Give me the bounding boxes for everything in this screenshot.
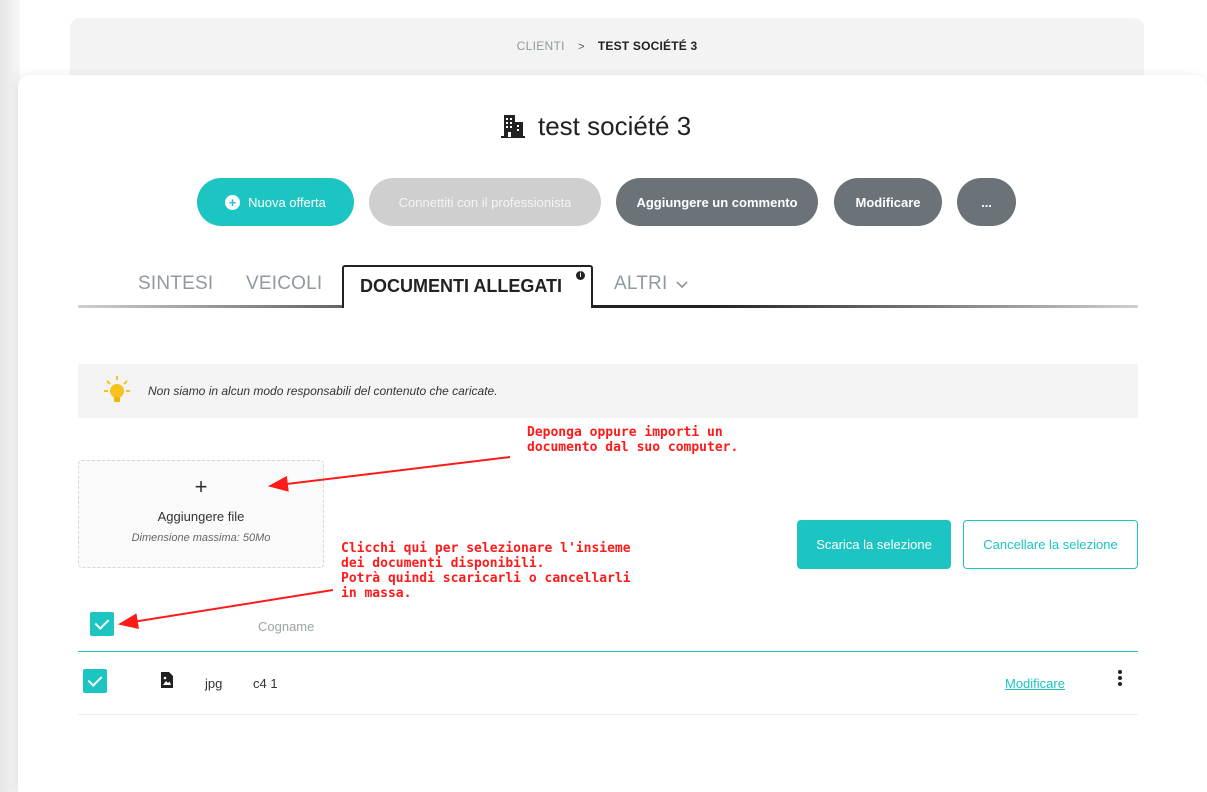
disclaimer-text: Non siamo in alcun modo responsabili del…: [148, 384, 498, 398]
connect-professional-button[interactable]: Connettiti con il professionista: [369, 178, 601, 226]
select-all-checkbox[interactable]: [90, 612, 114, 636]
upload-callout: Deponga oppure importi un documento dal …: [527, 425, 739, 455]
tab-vehicles[interactable]: VEICOLI: [246, 273, 322, 295]
download-selection-button[interactable]: Scarica la selezione: [797, 520, 951, 569]
edit-client-button[interactable]: Modificare: [834, 178, 942, 226]
table-header-divider: [78, 651, 1138, 652]
image-file-icon: [161, 672, 173, 688]
building-icon: [501, 115, 525, 138]
action-bar: + Nuova offerta Connettiti con il profes…: [0, 178, 1207, 226]
page-title: test société 3: [538, 110, 692, 141]
delete-selection-button[interactable]: Cancellare la selezione: [963, 520, 1138, 569]
row-checkbox[interactable]: [83, 669, 107, 693]
file-dropzone[interactable]: + Aggiungere file Dimensione massima: 50…: [78, 460, 324, 568]
new-offer-label: Nuova offerta: [248, 194, 326, 210]
tab-documents-label: DOCUMENTI ALLEGATI: [360, 276, 562, 296]
plus-circle-icon: +: [225, 194, 241, 210]
max-size-text: Dimensione massima: 50Mo: [131, 532, 271, 544]
row-menu-icon[interactable]: [1115, 670, 1125, 690]
edit-document-link[interactable]: Modificare: [1005, 676, 1065, 691]
tab-synthesis[interactable]: SINTESI: [138, 273, 213, 295]
tab-bar: SINTESI VEICOLI DOCUMENTI ALLEGATI i ALT…: [78, 265, 1138, 310]
breadcrumb: CLIENTI > TEST SOCIÉTÉ 3: [70, 18, 1144, 78]
add-comment-button[interactable]: Aggiungere un commento: [616, 178, 818, 226]
info-icon: i: [576, 271, 585, 280]
tab-documents[interactable]: DOCUMENTI ALLEGATI i: [342, 265, 593, 308]
page-title-area: test société 3: [500, 106, 691, 146]
tab-underline: [78, 305, 1138, 308]
lightbulb-icon: [104, 376, 130, 402]
tab-others-label: ALTRI: [614, 273, 668, 294]
select-all-callout: Clicchi qui per selezionare l'insieme de…: [341, 541, 631, 601]
chevron-down-icon: [676, 281, 688, 289]
breadcrumb-separator: >: [578, 41, 585, 53]
page-shadow: [0, 0, 20, 792]
row-divider: [78, 714, 1138, 715]
file-type-cell: jpg: [205, 676, 223, 691]
column-header-name[interactable]: Cogname: [258, 619, 314, 634]
add-file-plus-icon: +: [194, 474, 208, 499]
breadcrumb-root-link[interactable]: CLIENTI: [517, 39, 565, 53]
new-offer-button[interactable]: + Nuova offerta: [197, 178, 354, 226]
more-actions-button[interactable]: ...: [957, 178, 1016, 226]
breadcrumb-current: TEST SOCIÉTÉ 3: [597, 39, 698, 53]
add-file-label: Aggiungere file: [157, 509, 245, 524]
disclaimer-notice: Non siamo in alcun modo responsabili del…: [78, 364, 1138, 418]
file-name-cell: c4 1: [253, 676, 278, 691]
tab-others[interactable]: ALTRI: [614, 273, 688, 295]
